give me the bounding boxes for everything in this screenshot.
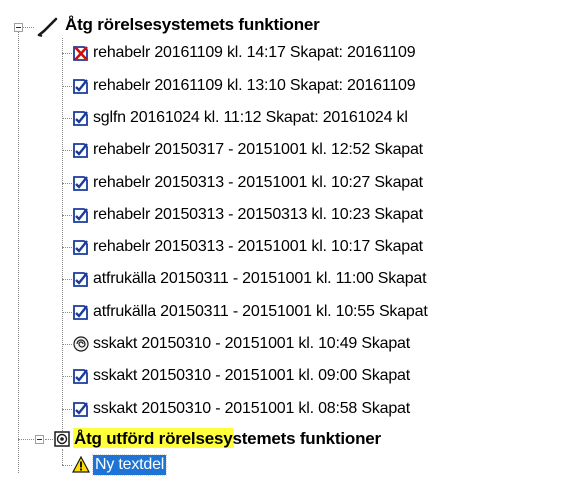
list-item-label: rehabelr 20150313 - 20151001 kl. 10:27 S… [93,174,423,191]
tree-second-label: Åtg utförd rörelsesystemets funktioner [74,429,381,448]
list-item[interactable]: sglfn 20161024 kl. 11:12 Skapat: 2016102… [72,106,408,130]
list-item-label: rehabelr 20161109 kl. 13:10 Skapat: 2016… [93,77,416,94]
list-item-label: rehabelr 20150313 - 20151001 kl. 10:17 S… [93,238,423,255]
spiral-icon [72,335,90,353]
list-item[interactable]: rehabelr 20150317 - 20151001 kl. 12:52 S… [72,138,423,162]
tree-node-ny-textdel[interactable]: Ny textdel [72,453,168,477]
list-item[interactable]: rehabelr 20150313 - 20150313 kl. 10:23 S… [72,203,423,227]
clipboard-icon [53,430,71,448]
document-check-icon [72,206,90,224]
document-check-icon [72,77,90,95]
check-mark-icon [36,16,62,37]
second-expander[interactable] [35,435,44,444]
list-item[interactable]: sskakt 20150310 - 20151001 kl. 08:58 Ska… [72,397,410,421]
list-item[interactable]: rehabelr 20150313 - 20151001 kl. 10:27 S… [72,171,423,195]
list-item[interactable]: rehabelr 20161109 kl. 13:10 Skapat: 2016… [72,74,416,98]
list-item-label: rehabelr 20150317 - 20151001 kl. 12:52 S… [93,141,423,158]
document-check-icon [72,141,90,159]
warning-icon [72,456,90,474]
tree-view: Åtg rörelsesystemets funktioner rehabelr… [0,0,580,485]
list-item[interactable]: sskakt 20150310 - 20151001 kl. 09:00 Ska… [72,364,410,388]
list-item-label: atfrukälla 20150311 - 20151001 kl. 11:00… [93,270,427,287]
list-item[interactable]: rehabelr 20161109 kl. 14:17 Skapat: 2016… [72,41,416,65]
list-item-label: sglfn 20161024 kl. 11:12 Skapat: 2016102… [93,109,408,126]
document-check-icon [72,367,90,385]
document-check-icon [72,270,90,288]
tree-root-node[interactable]: Åtg rörelsesystemets funktioner [36,13,320,37]
list-item-label: rehabelr 20150313 - 20150313 kl. 10:23 S… [93,206,423,223]
document-check-icon [72,303,90,321]
list-item-label: atfrukälla 20150311 - 20151001 kl. 10:55… [93,303,428,320]
document-cross-icon [72,44,90,62]
tree-root-label: Åtg rörelsesystemets funktioner [65,15,320,34]
tree-child-label: Ny textdel [91,454,168,476]
tree-node-atg-utford[interactable]: Åtg utförd rörelsesystemets funktioner [53,427,381,451]
list-item-label: sskakt 20150310 - 20151001 kl. 10:49 Ska… [93,335,410,352]
list-item-label: sskakt 20150310 - 20151001 kl. 09:00 Ska… [93,367,410,384]
document-check-icon [72,238,90,256]
document-check-icon [72,400,90,418]
list-item-label: rehabelr 20161109 kl. 14:17 Skapat: 2016… [93,44,416,61]
list-item[interactable]: atfrukälla 20150311 - 20151001 kl. 11:00… [72,267,427,291]
list-item[interactable]: rehabelr 20150313 - 20151001 kl. 10:17 S… [72,235,423,259]
list-item[interactable]: sskakt 20150310 - 20151001 kl. 10:49 Ska… [72,332,410,356]
list-item-label: sskakt 20150310 - 20151001 kl. 08:58 Ska… [93,400,410,417]
list-item[interactable]: atfrukälla 20150311 - 20151001 kl. 10:55… [72,300,428,324]
root-expander[interactable] [14,23,23,32]
document-check-icon [72,174,90,192]
document-check-icon [72,109,90,127]
